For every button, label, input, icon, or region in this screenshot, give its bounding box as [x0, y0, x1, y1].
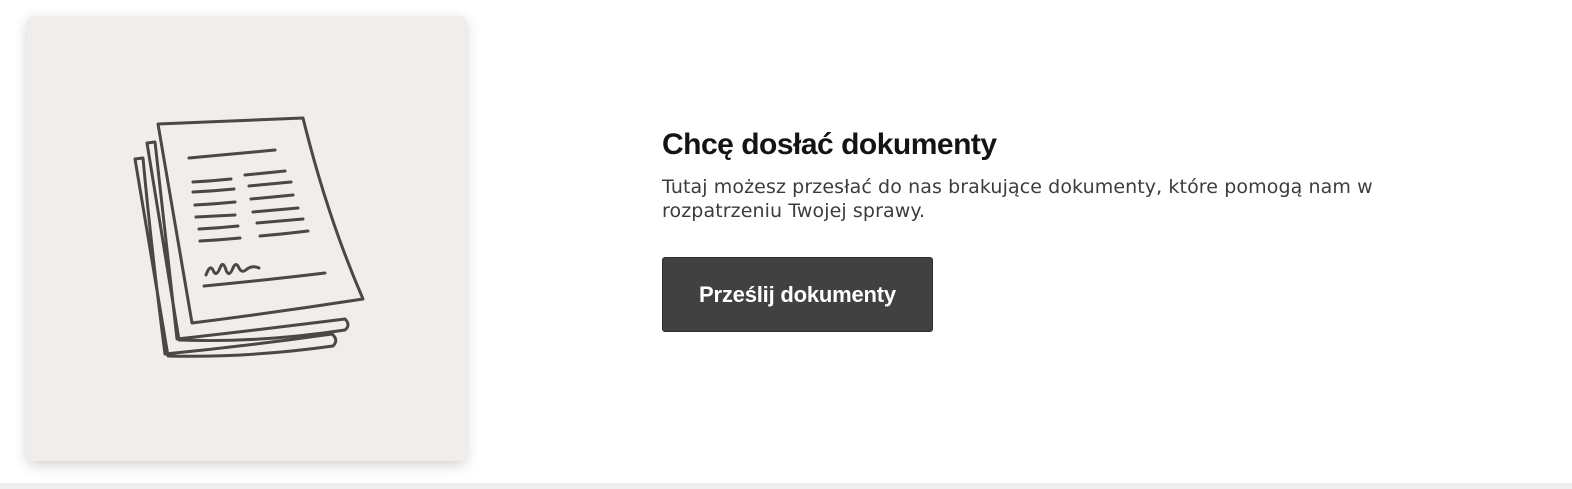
upload-documents-button[interactable]: Prześlij dokumenty — [662, 257, 933, 332]
documents-stack-icon — [133, 116, 365, 358]
section-description: Tutaj możesz przesłać do nas brakujące d… — [662, 176, 1373, 222]
content-section: Chcę dosłać dokumenty Tutaj możesz przes… — [662, 126, 1402, 223]
section-title: Chcę dosłać dokumenty — [662, 128, 997, 161]
illustration-card — [27, 16, 466, 461]
bottom-divider — [0, 483, 1572, 489]
